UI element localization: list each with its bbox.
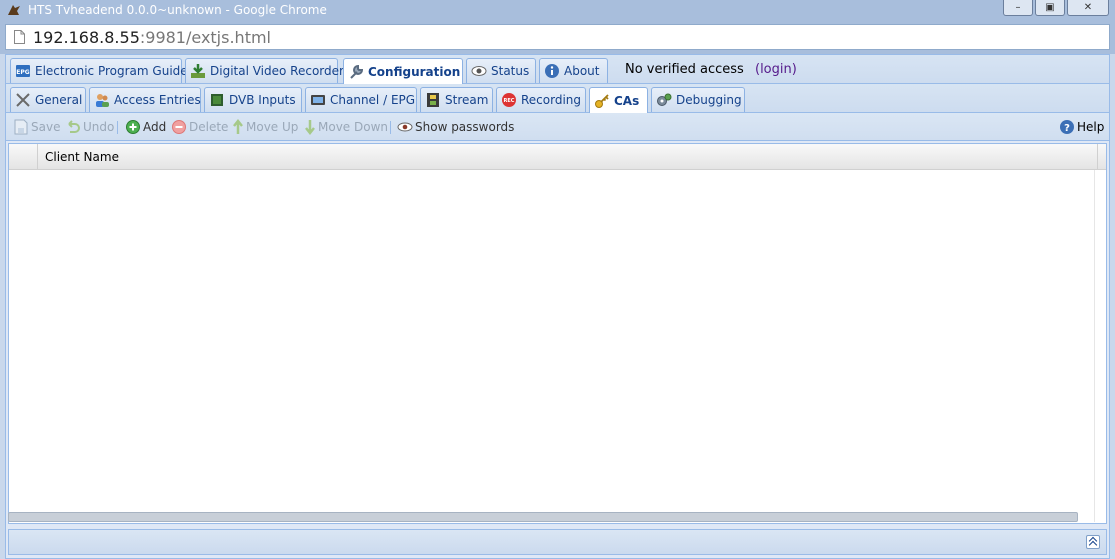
delete-button[interactable]: Delete: [171, 119, 228, 135]
tab-label: Configuration: [368, 64, 461, 79]
tab-stream[interactable]: Stream: [420, 87, 493, 112]
window-controls: – ▣ ✕: [1003, 0, 1109, 16]
wrench-icon: [350, 64, 364, 79]
tab-label: Access Entries: [114, 93, 201, 107]
tab-channel-epg[interactable]: Channel / EPG: [305, 87, 417, 112]
url-host: 192.168.8.55: [33, 28, 140, 47]
show-passwords-label: Show passwords: [415, 120, 515, 134]
tab-label: Recording: [521, 93, 582, 107]
window-title: HTS Tvheadend 0.0.0~unknown - Google Chr…: [28, 3, 327, 17]
ca-clients-grid: Client Name: [8, 143, 1107, 524]
rec-icon: REC: [502, 93, 516, 107]
access-status: No verified access: [625, 62, 744, 77]
tab-electronic-program-guide[interactable]: EPG Electronic Program Guide: [10, 58, 188, 83]
grid-header: Client Name: [9, 144, 1106, 170]
url-text: 192.168.8.55:9981/extjs.html: [33, 28, 271, 47]
move-up-label: Move Up: [246, 120, 299, 134]
login-link[interactable]: (login): [755, 62, 797, 77]
add-button[interactable]: Add: [125, 119, 166, 135]
tab-label: Channel / EPG: [330, 93, 416, 107]
configuration-tab-bar: General Access Entries DVB Inputs Channe…: [6, 84, 1109, 113]
save-icon: [14, 119, 28, 135]
ca-toolbar: Save Undo Add Delete Move Up Move Down S…: [6, 113, 1109, 141]
app-logo-icon: [8, 5, 20, 15]
close-button[interactable]: ✕: [1067, 0, 1109, 16]
tab-digital-video-recorder[interactable]: Digital Video Recorder: [185, 58, 344, 83]
window-title-bar: HTS Tvheadend 0.0.0~unknown - Google Chr…: [0, 0, 1115, 20]
move-down-label: Move Down: [318, 120, 388, 134]
tab-access-entries[interactable]: Access Entries: [89, 87, 201, 112]
eye-icon: [471, 66, 487, 76]
save-label: Save: [31, 120, 61, 134]
tab-label: Stream: [445, 93, 489, 107]
svg-text:EPG: EPG: [16, 69, 29, 76]
add-icon: [126, 120, 140, 134]
log-panel-bar: [8, 529, 1107, 555]
move-up-button[interactable]: Move Up: [232, 119, 298, 135]
horizontal-scrollbar[interactable]: [8, 512, 1078, 522]
select-all-column[interactable]: [9, 144, 38, 169]
chip-icon: [211, 94, 223, 106]
tab-debugging[interactable]: Debugging: [651, 87, 745, 112]
tab-general[interactable]: General: [10, 87, 86, 112]
show-passwords-button[interactable]: Show passwords: [397, 119, 514, 135]
tab-label: General: [35, 93, 83, 107]
tab-dvb-inputs[interactable]: DVB Inputs: [204, 87, 302, 112]
arrow-down-icon: [305, 120, 315, 135]
add-label: Add: [143, 120, 167, 134]
undo-label: Undo: [83, 120, 115, 134]
tab-cas[interactable]: CAs: [589, 87, 648, 113]
url-path: :9981/extjs.html: [139, 28, 271, 47]
tvheadend-app: EPG Electronic Program Guide Digital Vid…: [5, 54, 1110, 559]
tab-label: Status: [491, 64, 530, 78]
minimize-button[interactable]: –: [1003, 0, 1033, 16]
film-icon: [427, 93, 439, 107]
svg-text:?: ?: [1064, 123, 1070, 134]
undo-icon: [68, 120, 80, 133]
arrow-up-icon: [233, 119, 243, 134]
tools-icon: [16, 93, 30, 107]
tab-configuration[interactable]: Configuration: [343, 58, 463, 84]
tab-status[interactable]: Status: [466, 58, 536, 83]
tab-label: DVB Inputs: [229, 93, 296, 107]
tab-recording[interactable]: REC Recording: [496, 87, 586, 112]
help-icon: ?: [1060, 120, 1074, 134]
toolbar-separator: [117, 121, 118, 134]
expand-panel-icon[interactable]: [1086, 535, 1100, 549]
delete-label: Delete: [189, 120, 229, 134]
tab-label: Debugging: [676, 93, 742, 107]
page-icon: [14, 30, 25, 44]
gears-icon: [657, 93, 672, 106]
toolbar-separator: [390, 121, 391, 134]
delete-icon: [172, 120, 186, 134]
restore-button[interactable]: ▣: [1035, 0, 1065, 16]
tab-label: Digital Video Recorder: [210, 64, 344, 78]
main-tab-bar: EPG Electronic Program Guide Digital Vid…: [6, 55, 1109, 84]
address-bar[interactable]: 192.168.8.55:9981/extjs.html: [5, 24, 1110, 50]
save-button[interactable]: Save: [13, 119, 60, 135]
tv-icon: [311, 95, 325, 105]
tab-label: CAs: [614, 93, 640, 108]
users-icon: [96, 94, 109, 107]
tab-about[interactable]: About: [539, 58, 608, 83]
tab-label: Electronic Program Guide: [35, 64, 188, 78]
undo-button[interactable]: Undo: [65, 119, 114, 135]
svg-text:REC: REC: [504, 98, 515, 104]
info-icon: [545, 64, 559, 78]
tab-label: About: [564, 64, 600, 78]
column-divider: [1097, 144, 1098, 169]
column-header-client-name[interactable]: Client Name: [45, 150, 119, 164]
help-label: Help: [1077, 120, 1105, 134]
epg-icon: EPG: [16, 65, 30, 77]
move-down-button[interactable]: Move Down: [304, 119, 388, 135]
vertical-scrollbar[interactable]: [1094, 170, 1106, 522]
download-icon: [191, 64, 205, 78]
help-button[interactable]: ? Help: [1059, 119, 1104, 135]
browser-toolbar: 192.168.8.55:9981/extjs.html: [0, 20, 1115, 54]
key-icon: [595, 93, 609, 108]
eye-icon: [397, 122, 413, 132]
